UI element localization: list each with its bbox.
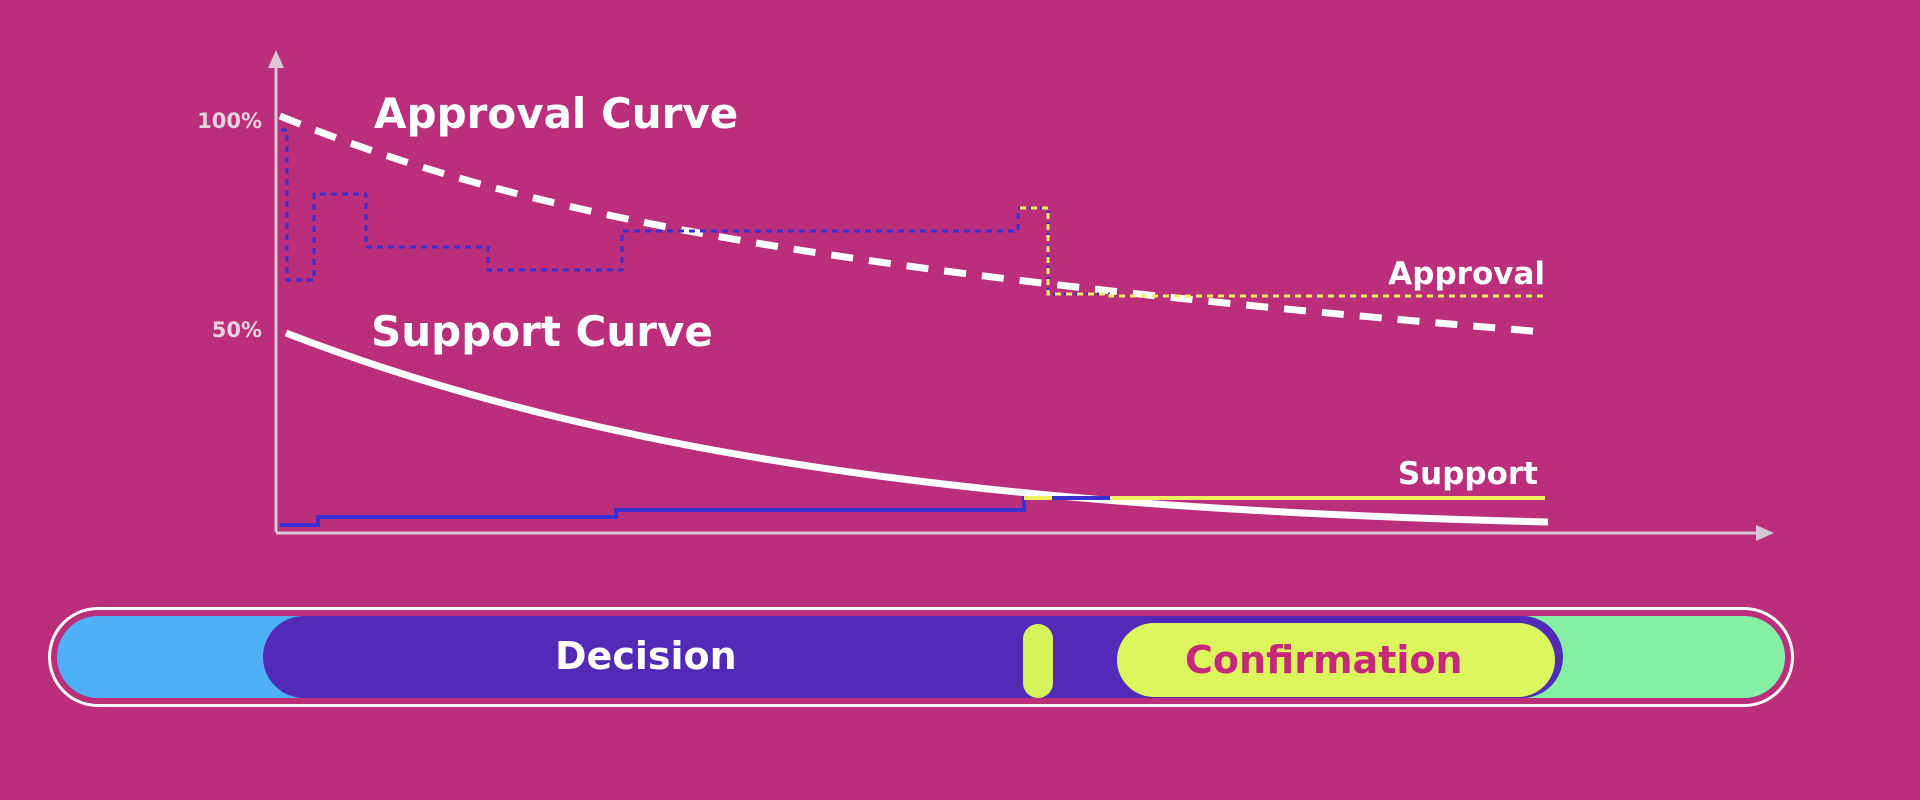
x-axis-arrow-icon bbox=[1756, 525, 1774, 541]
confirmation-start-marker bbox=[1023, 624, 1053, 698]
support-curve bbox=[284, 329, 1549, 526]
y-label-50: 50% bbox=[212, 318, 262, 342]
referendum-support-line bbox=[280, 496, 1110, 527]
support-end-label: Support bbox=[1398, 456, 1538, 492]
decision-label: Decision bbox=[555, 634, 737, 678]
support-curve-title: Support Curve bbox=[371, 307, 713, 356]
confirmation-period-segment: Confirmation bbox=[1117, 623, 1555, 697]
y-axis-arrow-icon bbox=[268, 50, 284, 68]
referendum-timeline: Decision Confirmation bbox=[48, 607, 1794, 707]
referendum-approval-line bbox=[281, 128, 1110, 296]
y-label-100: 100% bbox=[197, 109, 262, 133]
approval-curve-title: Approval Curve bbox=[374, 89, 738, 138]
approval-end-label: Approval bbox=[1388, 256, 1545, 292]
approval-curve bbox=[278, 112, 1545, 336]
confirmation-label: Confirmation bbox=[1185, 638, 1463, 682]
